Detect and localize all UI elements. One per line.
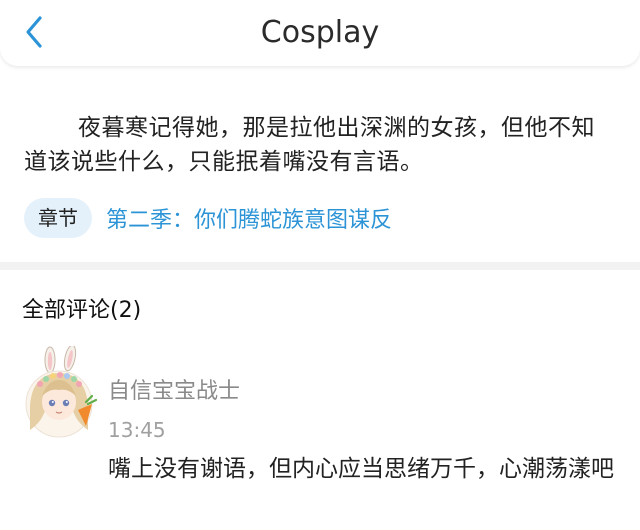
comments-section: 全部评论(2) 自信宝宝战士 13:45 嘴上没有谢语，但内心应当思绪万千，心潮… <box>0 270 640 530</box>
avatar[interactable] <box>20 344 98 438</box>
section-divider <box>0 262 640 270</box>
page-title: Cosplay <box>260 15 380 50</box>
comment-text: 嘴上没有谢语，但内心应当思绪万千，心潮荡漾吧 <box>108 456 614 482</box>
comment-username[interactable]: 自信宝宝战士 <box>108 373 240 405</box>
top-bar: Cosplay <box>0 0 640 66</box>
chapter-link[interactable]: 第二季：你们腾蛇族意图谋反 <box>106 202 392 234</box>
comment-time: 13:45 <box>108 418 166 442</box>
chapter-tag: 章节 <box>24 198 92 238</box>
comments-header: 全部评论(2) <box>22 298 142 323</box>
quote-text: 夜暮寒记得她，那是拉他出深渊的女孩，但他不知道该说些什么，只能抿着嘴没有言语。 <box>24 115 595 175</box>
quote-section: 夜暮寒记得她，那是拉他出深渊的女孩，但他不知道该说些什么，只能抿着嘴没有言语。 … <box>0 66 640 262</box>
chapter-row: 章节 第二季：你们腾蛇族意图谋反 <box>24 196 392 240</box>
